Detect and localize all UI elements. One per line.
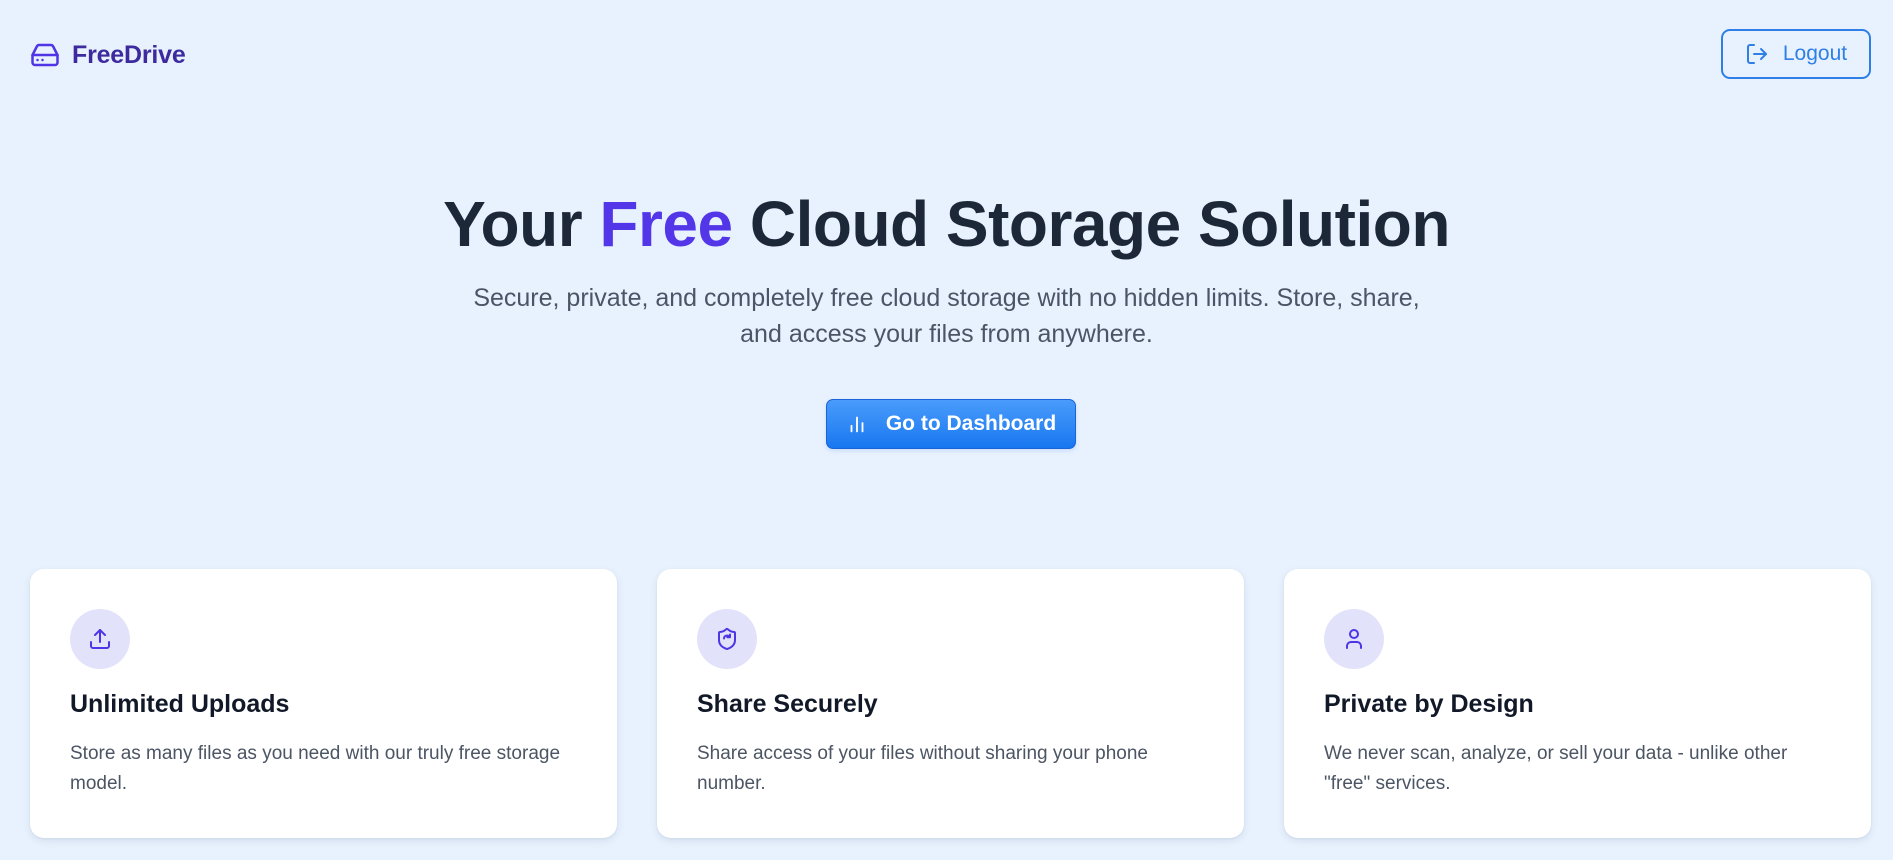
go-to-dashboard-label: Go to Dashboard	[885, 412, 1057, 435]
go-to-dashboard-button[interactable]: Go to Dashboard	[826, 399, 1076, 449]
feature-title: Unlimited Uploads	[70, 690, 290, 718]
top-navbar: FreeDrive Logout	[0, 0, 1893, 110]
upload-icon	[90, 629, 110, 649]
hero-subtitle: Secure, private, and completely free clo…	[473, 284, 1420, 348]
feature-card-share-securely: Share Securely Share access of your file…	[657, 569, 1244, 838]
hero-section: Your Free Cloud Storage Solution Secure,…	[0, 180, 1893, 352]
feature-description: Store as many files as you need with our…	[70, 743, 561, 794]
feature-title: Share Securely	[697, 690, 878, 718]
logout-button[interactable]: Logout	[1721, 29, 1871, 79]
hero-title: Your Free Cloud Storage Solution	[0, 180, 1893, 268]
hard-drive-icon	[31, 43, 59, 67]
brand-logo[interactable]: FreeDrive	[30, 40, 186, 70]
hero-title-suffix: Cloud Storage Solution	[732, 188, 1451, 260]
shield-share-icon	[718, 628, 736, 650]
feature-icon-circle	[70, 609, 130, 669]
feature-description: Share access of your files without shari…	[697, 743, 1148, 794]
brand-name: FreeDrive	[72, 40, 186, 69]
logout-label: Logout	[1782, 42, 1848, 65]
hero-title-prefix: Your	[443, 188, 600, 260]
user-icon	[1346, 629, 1362, 649]
feature-card-unlimited-uploads: Unlimited Uploads Store as many files as…	[30, 569, 617, 838]
feature-icon-circle	[697, 609, 757, 669]
logout-icon	[1746, 44, 1767, 64]
feature-title: Private by Design	[1324, 690, 1534, 718]
bar-chart-icon	[850, 416, 864, 433]
feature-description: We never scan, analyze, or sell your dat…	[1324, 743, 1788, 794]
feature-icon-circle	[1324, 609, 1384, 669]
hero-title-accent: Free	[599, 188, 733, 260]
feature-card-private-by-design: Private by Design We never scan, analyze…	[1284, 569, 1871, 838]
